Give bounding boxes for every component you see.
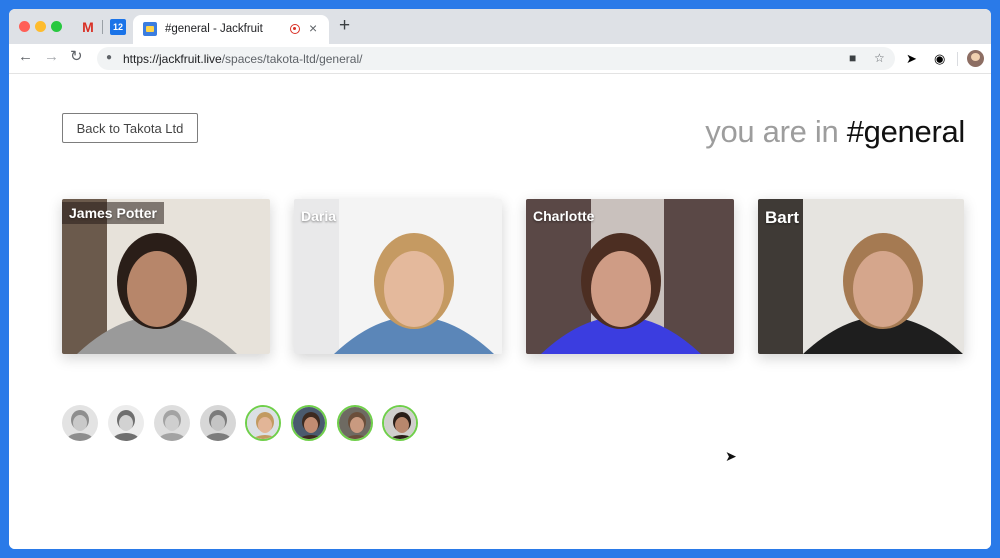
browser-toolbar: ← → ↻ ● https://jackfruit.live/spaces/ta… bbox=[9, 44, 991, 74]
close-tab-icon[interactable]: × bbox=[309, 21, 317, 35]
new-tab-button[interactable]: + bbox=[339, 16, 350, 35]
url-text[interactable]: https://jackfruit.live/spaces/takota-ltd… bbox=[123, 52, 362, 66]
video-tile[interactable]: James Potter bbox=[62, 199, 270, 354]
heading-prefix: you are in bbox=[705, 114, 839, 149]
recording-icon bbox=[290, 24, 300, 34]
video-tile[interactable]: Charlotte bbox=[526, 199, 734, 354]
avatar-face bbox=[395, 417, 409, 433]
lock-icon: ● bbox=[106, 52, 113, 63]
back-arrow-icon[interactable]: ← bbox=[18, 48, 33, 66]
avatar[interactable] bbox=[154, 405, 190, 441]
avatar-image bbox=[339, 407, 371, 439]
participant-name: Charlotte bbox=[533, 208, 595, 224]
avatar[interactable] bbox=[291, 405, 327, 441]
cookie-extension-icon[interactable]: ◉ bbox=[934, 51, 945, 66]
video-tile[interactable]: Daria bbox=[294, 199, 502, 354]
tab-title: #general - Jackfruit bbox=[165, 23, 263, 35]
video-wall-panel bbox=[664, 199, 734, 354]
browser-window: M 12 #general - Jackfruit × + ← → ↻ ● ht… bbox=[9, 9, 991, 549]
url-host: https://jackfruit.live bbox=[123, 52, 222, 66]
gmail-icon[interactable]: M bbox=[80, 19, 96, 35]
camera-icon[interactable]: ■ bbox=[849, 51, 856, 65]
video-tile[interactable]: Bart bbox=[758, 199, 964, 354]
room-name: #general bbox=[846, 114, 966, 149]
close-window-button[interactable] bbox=[19, 21, 30, 32]
tab-general[interactable]: #general - Jackfruit × bbox=[133, 15, 329, 44]
avatar[interactable] bbox=[200, 405, 236, 441]
maximize-window-button[interactable] bbox=[51, 21, 62, 32]
reload-icon[interactable]: ↻ bbox=[70, 48, 83, 66]
avatar[interactable] bbox=[245, 405, 281, 441]
avatar-face bbox=[304, 417, 318, 433]
rocket-extension-icon[interactable]: ➤ bbox=[906, 51, 917, 66]
avatar-image bbox=[293, 407, 325, 439]
avatar-image bbox=[62, 405, 98, 441]
profile-avatar[interactable] bbox=[967, 50, 984, 67]
avatar[interactable] bbox=[337, 405, 373, 441]
avatar-image bbox=[154, 405, 190, 441]
participant-face bbox=[127, 251, 187, 327]
avatar-image bbox=[384, 407, 416, 439]
avatar-face bbox=[211, 415, 225, 431]
tab-divider bbox=[102, 20, 103, 34]
participant-face bbox=[384, 251, 444, 327]
participant-name: Daria bbox=[301, 208, 337, 224]
tab-strip: M 12 #general - Jackfruit × + bbox=[9, 9, 991, 44]
space-page: Back to Takota Ltd you are in #general J… bbox=[9, 74, 991, 549]
avatar-image bbox=[247, 407, 279, 439]
avatar-image bbox=[108, 405, 144, 441]
avatar[interactable] bbox=[382, 405, 418, 441]
avatar-face bbox=[73, 415, 87, 431]
avatar[interactable] bbox=[108, 405, 144, 441]
calendar-icon[interactable]: 12 bbox=[110, 19, 126, 35]
participant-name: Bart bbox=[765, 208, 800, 227]
jackfruit-favicon-icon bbox=[143, 22, 157, 36]
url-path: /spaces/takota-ltd/general/ bbox=[221, 52, 363, 66]
avatar-face bbox=[119, 415, 133, 431]
avatar-face bbox=[350, 417, 364, 433]
avatar-face bbox=[165, 415, 179, 431]
back-to-space-button[interactable]: Back to Takota Ltd bbox=[62, 113, 198, 143]
avatar[interactable] bbox=[62, 405, 98, 441]
participant-face bbox=[591, 251, 651, 327]
avatar-face bbox=[258, 417, 272, 433]
avatar-image bbox=[200, 405, 236, 441]
minimize-window-button[interactable] bbox=[35, 21, 46, 32]
forward-arrow-icon[interactable]: → bbox=[44, 48, 59, 66]
address-bar[interactable]: ● https://jackfruit.live/spaces/takota-l… bbox=[97, 47, 895, 70]
toolbar-divider bbox=[957, 52, 958, 66]
bookmark-star-icon[interactable]: ☆ bbox=[874, 51, 885, 65]
participant-name: James Potter bbox=[62, 202, 164, 224]
mouse-pointer-icon: ➤ bbox=[725, 448, 737, 464]
page-title: you are in #general bbox=[705, 114, 965, 150]
participant-face bbox=[853, 251, 913, 327]
